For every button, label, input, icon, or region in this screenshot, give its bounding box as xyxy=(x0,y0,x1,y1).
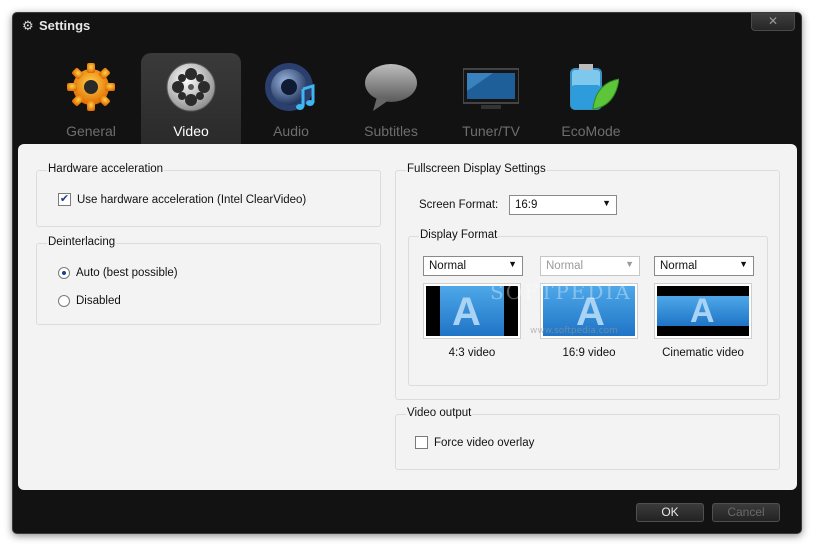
speaker-icon xyxy=(265,63,315,111)
deinterlacing-title: Deinterlacing xyxy=(47,236,117,248)
speech-bubble-icon xyxy=(365,64,417,111)
caption-16-9: 16:9 video xyxy=(562,347,616,359)
tab-label: Audio xyxy=(273,123,309,139)
tab-label: Video xyxy=(173,123,209,139)
tab-video[interactable]: Video xyxy=(141,53,241,145)
tab-subtitles[interactable]: Subtitles xyxy=(341,53,441,145)
gear-icon: ⚙ xyxy=(22,18,34,33)
tv-icon xyxy=(463,68,519,109)
window-title: Settings xyxy=(39,18,91,33)
settings-window: ⚙ Settings ✕ General Video Audio Subtitl… xyxy=(12,12,802,534)
tab-label: General xyxy=(66,123,116,139)
tab-label: Tuner/TV xyxy=(462,123,520,139)
tab-general[interactable]: General xyxy=(41,53,141,145)
caption-4-3: 4:3 video xyxy=(448,347,496,359)
title-bar: ⚙ Settings ✕ xyxy=(13,13,801,41)
deinterlacing-disabled-label: Disabled xyxy=(76,295,121,307)
close-button[interactable]: ✕ xyxy=(751,13,795,31)
deinterlacing-group: Deinterlacing Auto (best possible) Disab… xyxy=(36,236,381,325)
display-format-group: Display Format Normal ▼ Normal ▼ Normal … xyxy=(408,229,768,386)
chevron-down-icon: ▼ xyxy=(602,198,611,208)
caption-cinematic: Cinematic video xyxy=(662,347,744,359)
preview-cinematic: A xyxy=(654,283,752,339)
deinterlacing-disabled-option[interactable]: Disabled xyxy=(58,295,121,307)
deinterlacing-auto-radio[interactable] xyxy=(58,267,70,279)
tab-tuner-tv[interactable]: Tuner/TV xyxy=(441,53,541,145)
video-settings-panel: Hardware acceleration ✔ Use hardware acc… xyxy=(18,144,797,490)
tab-label: EcoMode xyxy=(561,123,621,139)
softpedia-watermark-url: www.softpedia.com xyxy=(530,326,618,336)
gear-icon xyxy=(67,63,115,111)
cancel-button[interactable]: Cancel xyxy=(712,503,780,522)
hardware-acceleration-row[interactable]: ✔ Use hardware acceleration (Intel Clear… xyxy=(58,193,306,206)
screen-format-value: 16:9 xyxy=(515,199,538,211)
format-cinematic-select[interactable]: Normal ▼ xyxy=(654,256,754,276)
format-cinematic-value: Normal xyxy=(660,260,698,272)
hardware-acceleration-checkbox[interactable]: ✔ xyxy=(58,193,71,206)
tab-audio[interactable]: Audio xyxy=(241,53,341,145)
video-overlay-label: Force video overlay xyxy=(434,436,535,449)
tab-label: Subtitles xyxy=(364,123,418,139)
ok-button[interactable]: OK xyxy=(636,503,704,522)
format-16-9-value: Normal xyxy=(546,260,584,272)
hardware-acceleration-group: Hardware acceleration ✔ Use hardware acc… xyxy=(36,163,381,227)
hardware-acceleration-title: Hardware acceleration xyxy=(47,163,165,175)
deinterlacing-disabled-radio[interactable] xyxy=(58,295,70,307)
chevron-down-icon: ▼ xyxy=(739,259,748,269)
softpedia-watermark: SOFTPEDIA xyxy=(490,280,632,304)
deinterlacing-auto-option[interactable]: Auto (best possible) xyxy=(58,267,178,279)
video-output-title: Video output xyxy=(406,407,473,419)
format-16-9-select: Normal ▼ xyxy=(540,256,640,276)
video-output-group: Video output Force video overlay xyxy=(395,407,780,470)
battery-leaf-icon xyxy=(570,64,619,110)
screen-format-label: Screen Format: xyxy=(419,199,499,211)
video-overlay-checkbox[interactable] xyxy=(415,436,428,449)
fullscreen-display-title: Fullscreen Display Settings xyxy=(406,163,547,175)
video-overlay-row[interactable]: Force video overlay xyxy=(415,436,534,449)
display-format-title: Display Format xyxy=(419,229,499,241)
film-reel-icon xyxy=(166,62,216,112)
screen-format-select[interactable]: 16:9 ▼ xyxy=(509,195,617,215)
tab-ecomode[interactable]: EcoMode xyxy=(541,53,641,145)
hardware-acceleration-label: Use hardware acceleration (Intel ClearVi… xyxy=(77,193,307,206)
deinterlacing-auto-label: Auto (best possible) xyxy=(76,267,178,279)
chevron-down-icon: ▼ xyxy=(508,259,517,269)
chevron-down-icon: ▼ xyxy=(625,259,634,269)
format-4-3-select[interactable]: Normal ▼ xyxy=(423,256,523,276)
format-4-3-value: Normal xyxy=(429,260,467,272)
